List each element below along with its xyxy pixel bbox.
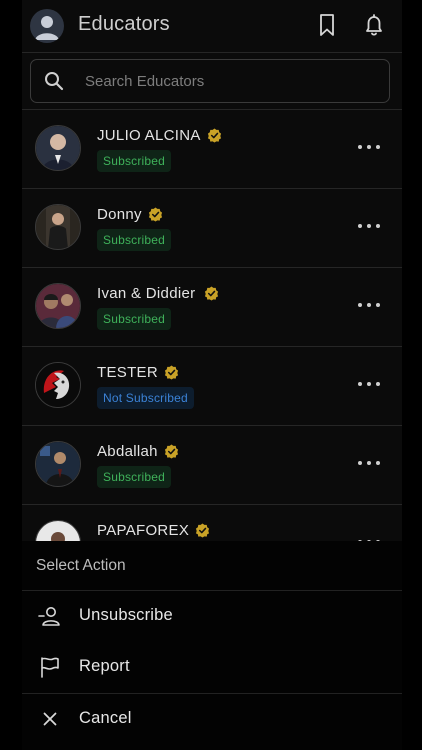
dot-icon (376, 145, 380, 149)
report-label: Report (79, 657, 130, 675)
dot-icon (376, 461, 380, 465)
unsubscribe-label: Unsubscribe (79, 606, 173, 624)
educator-name: PAPAFOREX (97, 522, 190, 539)
top-bar: Educators (22, 0, 402, 53)
subscription-badge: Subscribed (97, 308, 172, 330)
more-options-button[interactable] (358, 298, 380, 312)
more-options-button[interactable] (358, 219, 380, 233)
dot-icon (358, 224, 362, 228)
search-section (22, 53, 402, 110)
more-options-button[interactable] (358, 377, 380, 391)
search-box[interactable] (30, 59, 390, 103)
dot-icon (358, 303, 362, 307)
verified-badge-icon (164, 444, 178, 459)
action-sheet: Select Action Unsubscribe Report Cancel (22, 541, 402, 750)
subscription-badge: Subscribed (97, 466, 172, 488)
educator-avatar (35, 362, 81, 408)
dot-icon (376, 382, 380, 386)
educators-screen: Educators Search Educators JULIO ALCINA … (22, 0, 402, 750)
cancel-label: Cancel (79, 709, 132, 727)
verified-badge-icon (164, 365, 179, 380)
user-minus-icon (38, 607, 60, 626)
educator-avatar (35, 204, 81, 250)
bell-icon[interactable] (361, 12, 387, 38)
educator-row[interactable]: Donny Subscribed (22, 189, 402, 268)
verified-badge-icon (207, 128, 221, 143)
cancel-action[interactable]: Cancel (22, 694, 402, 745)
dot-icon (376, 224, 380, 228)
subscription-badge: Not Subscribed (97, 387, 194, 409)
educator-row[interactable]: Abdallah Subscribed (22, 426, 402, 505)
verified-badge-icon (205, 286, 219, 301)
dot-icon (358, 382, 362, 386)
educator-name: Ivan & Diddier (97, 285, 196, 302)
verified-badge-icon (148, 207, 162, 222)
educator-name: JULIO ALCINA (97, 127, 201, 144)
page-title: Educators (78, 13, 170, 35)
dot-icon (367, 461, 371, 465)
subscription-badge: Subscribed (97, 150, 172, 172)
educator-row[interactable]: TESTER Not Subscribed (22, 347, 402, 426)
search-icon (45, 72, 64, 91)
educator-row[interactable]: Ivan & Diddier Subscribed (22, 268, 402, 347)
action-sheet-title: Select Action (22, 541, 402, 591)
educator-row[interactable]: JULIO ALCINA Subscribed (22, 110, 402, 189)
dot-icon (358, 461, 362, 465)
dot-icon (376, 303, 380, 307)
bookmark-icon[interactable] (314, 12, 340, 38)
educator-name: Abdallah (97, 443, 158, 460)
educator-avatar (35, 441, 81, 487)
search-input[interactable] (83, 60, 377, 102)
dot-icon (367, 145, 371, 149)
educator-avatar (35, 125, 81, 171)
educator-name: TESTER (97, 364, 158, 381)
more-options-button[interactable] (358, 456, 380, 470)
close-icon (43, 712, 57, 726)
educator-list: JULIO ALCINA Subscribed Donny Subscribed… (22, 110, 402, 584)
dot-icon (358, 145, 362, 149)
subscription-badge: Subscribed (97, 229, 172, 251)
educator-name: Donny (97, 206, 142, 223)
user-avatar-icon (35, 16, 59, 40)
more-options-button[interactable] (358, 140, 380, 154)
dot-icon (367, 224, 371, 228)
dot-icon (367, 303, 371, 307)
profile-avatar[interactable] (30, 9, 64, 43)
report-action[interactable]: Report (22, 642, 402, 693)
educator-avatar (35, 283, 81, 329)
verified-badge-icon (196, 523, 210, 538)
unsubscribe-action[interactable]: Unsubscribe (22, 591, 402, 642)
flag-icon (41, 657, 59, 678)
dot-icon (367, 382, 371, 386)
